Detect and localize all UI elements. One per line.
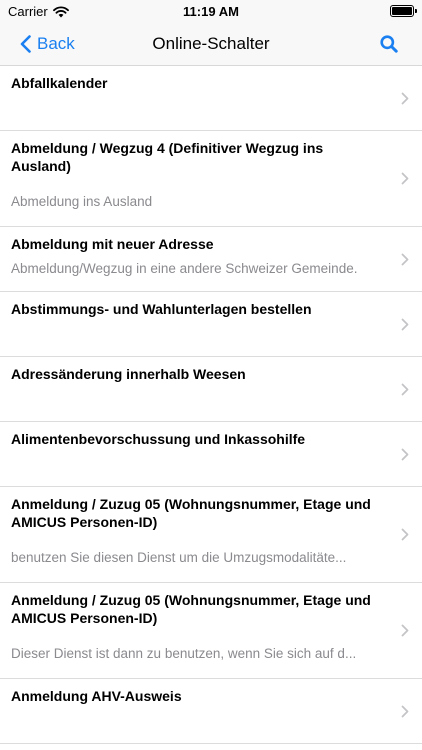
list-item-title: Anmeldung / Zuzug 05 (Wohnungsnummer, Et… xyxy=(11,592,371,626)
list-item[interactable]: Abmeldung / Wegzug 4 (Definitiver Wegzug… xyxy=(0,131,422,227)
status-time: 11:19 AM xyxy=(183,4,239,19)
chevron-right-icon xyxy=(401,318,409,331)
list-item[interactable]: Abfallkalender xyxy=(0,66,422,131)
list-item[interactable]: Adressänderung innerhalb Weesen xyxy=(0,357,422,422)
chevron-right-icon xyxy=(401,624,409,637)
search-button[interactable] xyxy=(378,33,400,55)
list-item[interactable]: Abstimmungs- und Wahlunterlagen bestelle… xyxy=(0,292,422,357)
list-item-subtitle: Dieser Dienst ist dann zu benutzen, wenn… xyxy=(11,646,357,661)
list-item-title: Abstimmungs- und Wahlunterlagen bestelle… xyxy=(11,301,312,317)
chevron-right-icon xyxy=(401,383,409,396)
chevron-right-icon xyxy=(401,172,409,185)
chevron-right-icon xyxy=(401,253,409,266)
list-item-subtitle: Abmeldung ins Ausland xyxy=(11,194,153,209)
list-item[interactable]: Alimentenbevorschussung und Inkassohilfe xyxy=(0,422,422,487)
search-icon xyxy=(380,35,398,53)
battery-fill xyxy=(392,7,412,15)
list-item-title: Abfallkalender xyxy=(11,75,108,91)
list-item-subtitle: Abmeldung/Wegzug in eine andere Schweize… xyxy=(11,261,358,276)
chevron-right-icon xyxy=(401,92,409,105)
list-item-title: Abmeldung / Wegzug 4 (Definitiver Wegzug… xyxy=(11,140,324,174)
battery-tip xyxy=(415,9,417,13)
list-item-title: Adressänderung innerhalb Weesen xyxy=(11,366,246,382)
navigation-bar: Back Online-Schalter xyxy=(0,22,422,66)
list-item-title: Anmeldung / Zuzug 05 (Wohnungsnummer, Et… xyxy=(11,496,371,530)
service-list: Abfallkalender Abmeldung / Wegzug 4 (Def… xyxy=(0,66,422,744)
chevron-right-icon xyxy=(401,528,409,541)
list-item[interactable]: Abmeldung mit neuer Adresse Abmeldung/We… xyxy=(0,227,422,292)
list-item[interactable]: Anmeldung AHV-Ausweis xyxy=(0,679,422,744)
list-item-title: Abmeldung mit neuer Adresse xyxy=(11,236,214,252)
list-item-title: Alimentenbevorschussung und Inkassohilfe xyxy=(11,431,306,447)
chevron-right-icon xyxy=(401,448,409,461)
chevron-right-icon xyxy=(401,705,409,718)
status-bar: Carrier 11:19 AM xyxy=(0,0,422,22)
battery-icon xyxy=(390,5,417,17)
list-item[interactable]: Anmeldung / Zuzug 05 (Wohnungsnummer, Et… xyxy=(0,583,422,679)
list-item-subtitle: benutzen Sie diesen Dienst um die Umzugs… xyxy=(11,550,347,565)
list-item-title: Anmeldung AHV-Ausweis xyxy=(11,688,182,704)
list-item[interactable]: Anmeldung / Zuzug 05 (Wohnungsnummer, Et… xyxy=(0,487,422,583)
page-title: Online-Schalter xyxy=(152,34,270,53)
